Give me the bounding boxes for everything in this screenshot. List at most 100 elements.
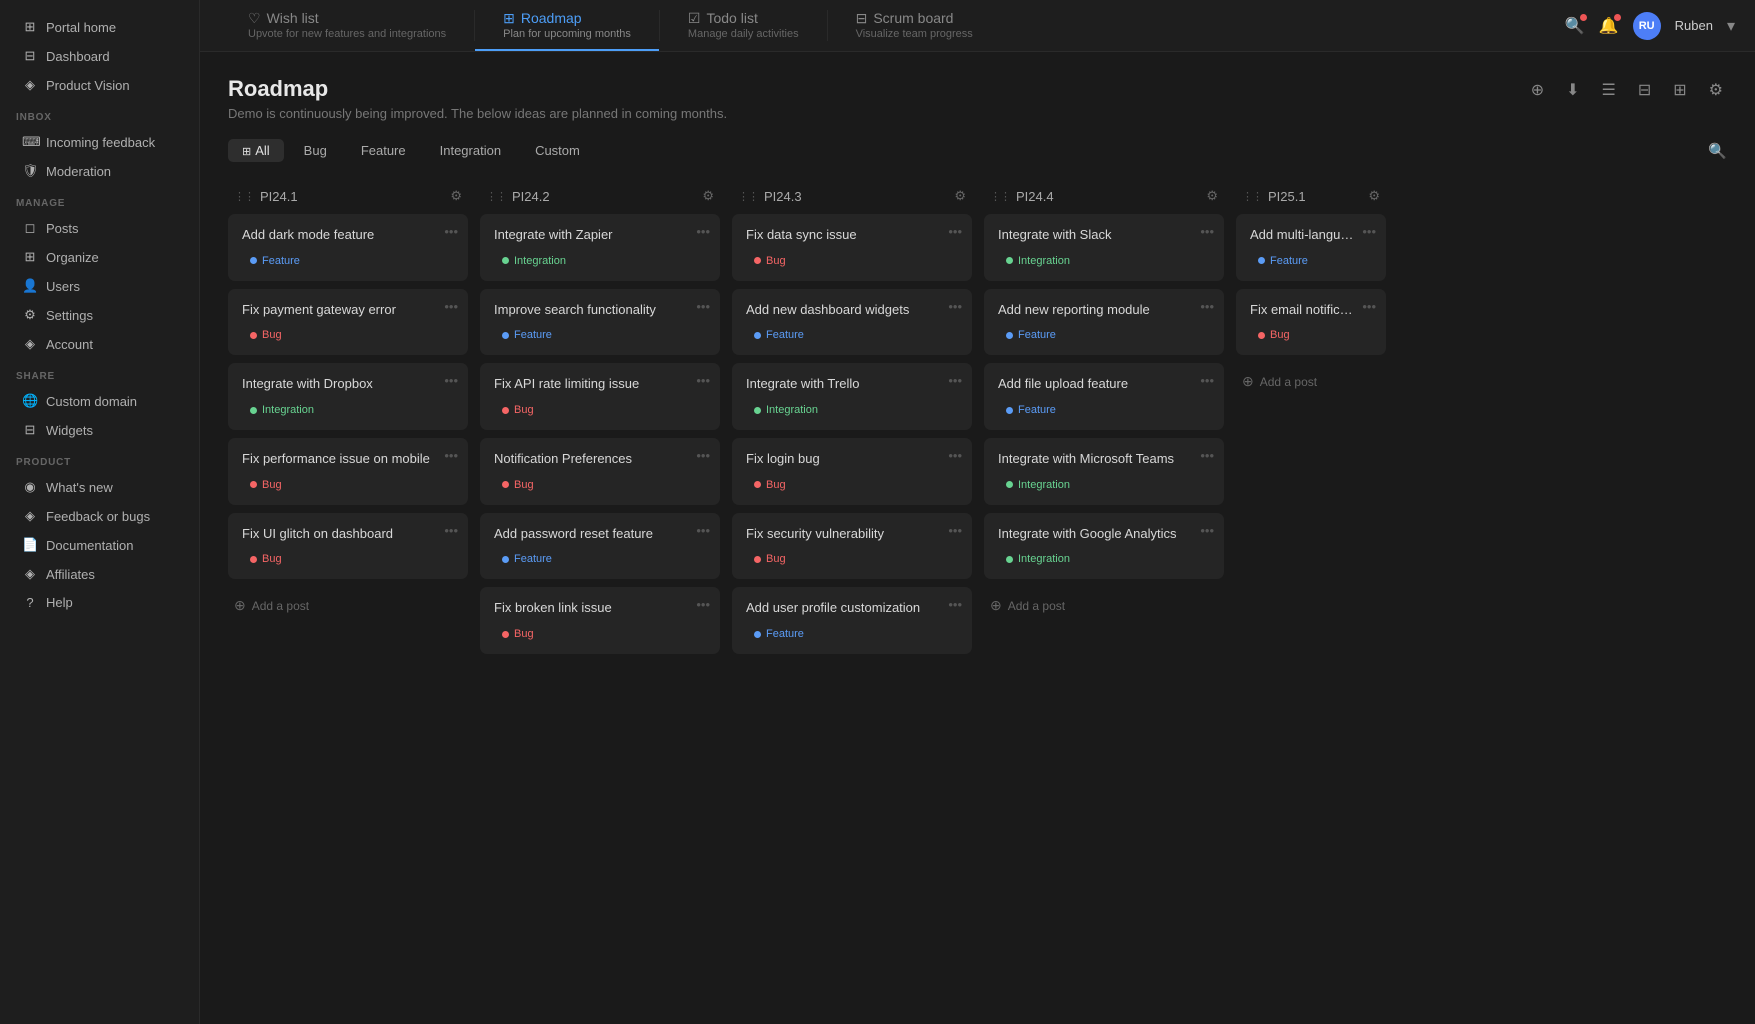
card-menu-c11[interactable]: ••• [696,597,710,612]
card-c1[interactable]: ••• Add dark mode feature Feature [228,214,468,281]
sidebar-label-product-vision: Product Vision [46,78,130,93]
sidebar-item-custom-domain[interactable]: 🌐Custom domain [6,387,193,415]
card-c12[interactable]: ••• Fix data sync issue Bug [732,214,972,281]
card-c7[interactable]: ••• Improve search functionality Feature [480,289,720,356]
card-c10[interactable]: ••• Add password reset feature Feature [480,513,720,580]
card-menu-c4[interactable]: ••• [444,448,458,463]
card-menu-c16[interactable]: ••• [948,523,962,538]
sidebar-item-dashboard[interactable]: ⊟Dashboard [6,42,193,70]
nav-tab-todo-list[interactable]: ☑ Todo listManage daily activities [660,0,827,51]
card-menu-c5[interactable]: ••• [444,523,458,538]
card-c18[interactable]: ••• Integrate with Slack Integration [984,214,1224,281]
card-c13[interactable]: ••• Add new dashboard widgets Feature [732,289,972,356]
card-menu-c14[interactable]: ••• [948,373,962,388]
user-name[interactable]: Ruben [1675,18,1713,33]
sidebar-item-posts[interactable]: ◻Posts [6,214,193,242]
list-view-icon[interactable]: ☰ [1598,76,1620,104]
card-menu-c21[interactable]: ••• [1200,448,1214,463]
download-icon[interactable]: ⬇ [1562,76,1583,104]
card-menu-c8[interactable]: ••• [696,373,710,388]
search-icon[interactable]: 🔍 [1565,16,1585,36]
card-c22[interactable]: ••• Integrate with Google Analytics Inte… [984,513,1224,580]
card-menu-c2[interactable]: ••• [444,299,458,314]
sidebar-item-moderation[interactable]: 🛡Moderation [6,157,193,185]
card-c14[interactable]: ••• Integrate with Trello Integration [732,363,972,430]
card-c19[interactable]: ••• Add new reporting module Feature [984,289,1224,356]
settings-icon[interactable]: ⚙ [1705,76,1727,104]
nav-tab-roadmap[interactable]: ⊞ RoadmapPlan for upcoming months [475,0,659,51]
card-c6[interactable]: ••• Integrate with Zapier Integration [480,214,720,281]
card-menu-c7[interactable]: ••• [696,299,710,314]
notification-bell-icon[interactable]: 🔔 [1599,16,1619,36]
card-c5[interactable]: ••• Fix UI glitch on dashboard Bug [228,513,468,580]
user-dropdown-chevron-icon[interactable]: ▾ [1727,16,1735,36]
add-post-btn-pi24-4[interactable]: ⊕Add a post [984,589,1224,622]
card-menu-c9[interactable]: ••• [696,448,710,463]
card-menu-c12[interactable]: ••• [948,224,962,239]
card-menu-c13[interactable]: ••• [948,299,962,314]
sidebar-item-organize[interactable]: ⊞Organize [6,243,193,271]
card-menu-c23[interactable]: ••• [1362,224,1376,239]
column-settings-icon-pi24-2[interactable]: ⚙ [702,188,714,204]
card-c15[interactable]: ••• Fix login bug Bug [732,438,972,505]
sidebar-item-help[interactable]: ?Help [6,589,193,616]
tab-sub-roadmap: Plan for upcoming months [503,28,631,40]
card-c17[interactable]: ••• Add user profile customization Featu… [732,587,972,654]
card-menu-c17[interactable]: ••• [948,597,962,612]
filter-tag-all[interactable]: ⊞All [228,139,284,162]
card-c8[interactable]: ••• Fix API rate limiting issue Bug [480,363,720,430]
card-menu-c24[interactable]: ••• [1362,299,1376,314]
sidebar-item-widgets[interactable]: ⊟Widgets [6,416,193,444]
filter-tag-feature[interactable]: Feature [347,139,420,162]
card-menu-c10[interactable]: ••• [696,523,710,538]
card-menu-c18[interactable]: ••• [1200,224,1214,239]
column-settings-icon-pi24-4[interactable]: ⚙ [1206,188,1218,204]
filter-tag-integration[interactable]: Integration [426,139,515,162]
nav-tab-wish-list[interactable]: ♡ Wish listUpvote for new features and i… [220,0,474,51]
add-post-btn-pi24-1[interactable]: ⊕Add a post [228,589,468,622]
card-menu-c15[interactable]: ••• [948,448,962,463]
sidebar-item-whats-new[interactable]: ◉What's new [6,473,193,501]
card-c2[interactable]: ••• Fix payment gateway error Bug [228,289,468,356]
sidebar-item-affiliates[interactable]: ◈Affiliates [6,560,193,588]
card-title-c3: Integrate with Dropbox [242,375,454,393]
card-menu-c1[interactable]: ••• [444,224,458,239]
card-c21[interactable]: ••• Integrate with Microsoft Teams Integ… [984,438,1224,505]
sidebar-item-users[interactable]: 👤Users [6,272,193,300]
filter-tag-bug[interactable]: Bug [290,139,341,162]
card-c3[interactable]: ••• Integrate with Dropbox Integration [228,363,468,430]
column-settings-icon-pi25-1[interactable]: ⚙ [1368,188,1380,204]
avatar[interactable]: RU [1633,12,1661,40]
card-c23[interactable]: ••• Add multi-language support Feature [1236,214,1386,281]
column-settings-icon-pi24-3[interactable]: ⚙ [954,188,966,204]
tag-dot-c13 [754,332,761,339]
card-menu-c3[interactable]: ••• [444,373,458,388]
grid-view-icon[interactable]: ⊞ [1669,76,1690,104]
card-c9[interactable]: ••• Notification Preferences Bug [480,438,720,505]
sidebar-item-incoming-feedback[interactable]: ⌨Incoming feedback [6,128,193,156]
add-icon[interactable]: ⊕ [1527,76,1548,104]
sidebar-item-settings[interactable]: ⚙Settings [6,301,193,329]
add-post-btn-pi25-1[interactable]: ⊕Add a post [1236,365,1386,398]
card-c24[interactable]: ••• Fix email notification bug Bug [1236,289,1386,356]
card-menu-c22[interactable]: ••• [1200,523,1214,538]
filter-search-icon[interactable]: 🔍 [1708,142,1727,160]
sidebar-icon-documentation: 📄 [22,537,38,553]
nav-tab-scrum-board[interactable]: ⊟ Scrum boardVisualize team progress [828,0,1001,51]
card-menu-c6[interactable]: ••• [696,224,710,239]
sidebar-label-dashboard: Dashboard [46,49,110,64]
card-c11[interactable]: ••• Fix broken link issue Bug [480,587,720,654]
column-settings-icon-pi24-1[interactable]: ⚙ [450,188,462,204]
card-menu-c20[interactable]: ••• [1200,373,1214,388]
card-c16[interactable]: ••• Fix security vulnerability Bug [732,513,972,580]
sidebar-item-portal-home[interactable]: ⊞Portal home [6,13,193,41]
columns-view-icon[interactable]: ⊟ [1634,76,1655,104]
card-c4[interactable]: ••• Fix performance issue on mobile Bug [228,438,468,505]
sidebar-item-feedback-or-bugs[interactable]: ◈Feedback or bugs [6,502,193,530]
filter-tag-custom[interactable]: Custom [521,139,594,162]
card-c20[interactable]: ••• Add file upload feature Feature [984,363,1224,430]
sidebar-item-documentation[interactable]: 📄Documentation [6,531,193,559]
sidebar-item-account[interactable]: ◈Account [6,330,193,358]
card-menu-c19[interactable]: ••• [1200,299,1214,314]
sidebar-item-product-vision[interactable]: ◈Product Vision [6,71,193,99]
